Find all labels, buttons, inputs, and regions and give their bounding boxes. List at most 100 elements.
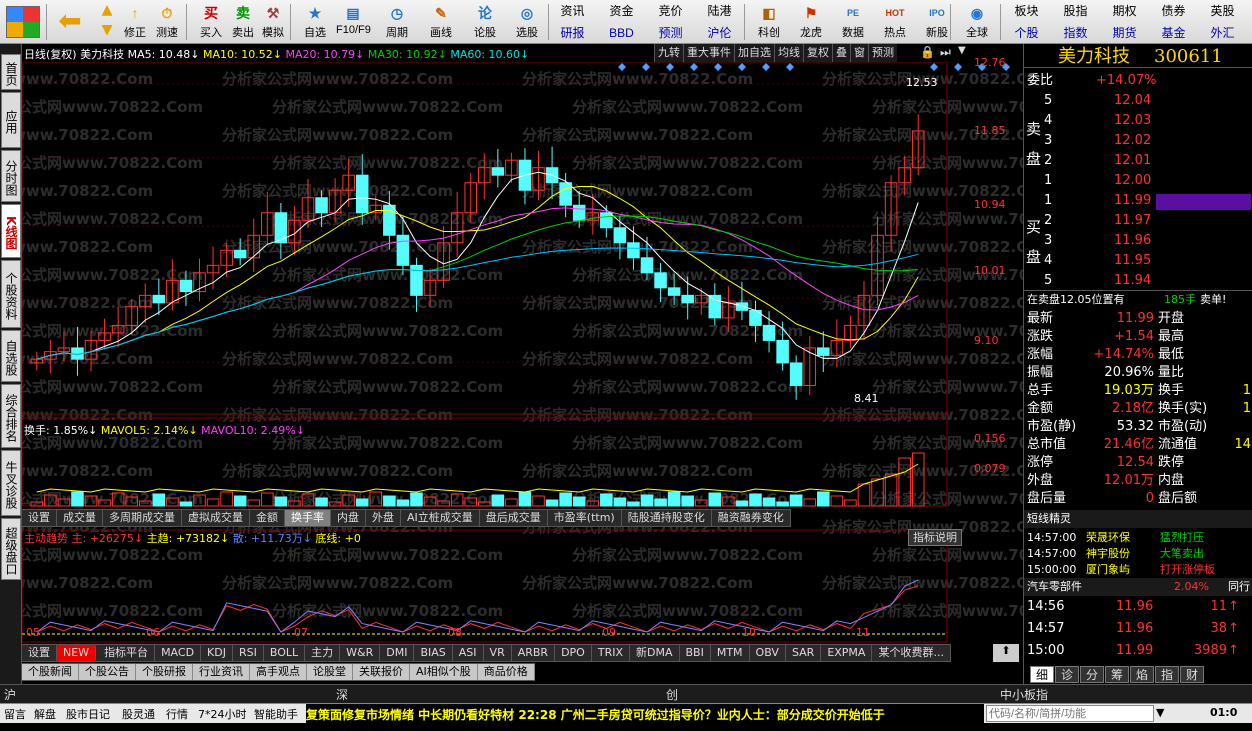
toolbar-button-3[interactable]: 卖卖出 <box>226 2 260 42</box>
left-tab-5[interactable]: 自选股 <box>1 330 21 382</box>
tabs3-tab-0[interactable]: 个股新闻 <box>22 664 79 680</box>
market-link-2[interactable]: 期权 <box>1100 0 1149 22</box>
tabs2-tab-3[interactable]: KDJ <box>201 645 233 661</box>
tabs2-tab-7[interactable]: W&R <box>340 645 381 661</box>
right-tab-3[interactable]: 筹 <box>1105 666 1129 683</box>
tabs2-tab-0[interactable]: 设置 <box>22 645 57 661</box>
toolbar-button-8[interactable]: ✎ 画线 <box>424 2 458 42</box>
tabs3-tab-3[interactable]: 行业资讯 <box>193 664 250 680</box>
tabs1-tab-0[interactable]: 设置 <box>22 510 57 526</box>
sell-level-1[interactable]: 4 12.03 <box>1024 112 1252 130</box>
left-tab-7[interactable]: 牛叉诊股 <box>1 450 21 516</box>
index-bar-item-2[interactable]: 创 <box>666 686 678 703</box>
chart-menu-0[interactable]: 九转 <box>654 44 683 62</box>
tabs2-tab-16[interactable]: BBI <box>680 645 711 661</box>
index-bar-item-0[interactable]: 沪 <box>4 686 16 703</box>
market-link-4[interactable]: 英股 <box>1198 0 1247 22</box>
tabs2-tab-11[interactable]: VR <box>484 645 512 661</box>
buy-level-0[interactable]: 1 11.99 <box>1024 192 1252 210</box>
tabs1-tab-4[interactable]: 金额 <box>250 510 285 526</box>
market-link-1[interactable]: 股指 <box>1051 0 1100 22</box>
toolbar-button-4[interactable]: ⚒ 模拟 <box>256 2 290 42</box>
index-bar-item-3[interactable]: 中小板指 <box>1000 686 1048 703</box>
right-tab-5[interactable]: 指 <box>1155 666 1179 683</box>
toolbar-button-14[interactable]: HOT 热点 <box>878 2 912 42</box>
index-bar-item-1[interactable]: 深 <box>336 686 348 703</box>
tabs1-tab-12[interactable]: 融资融券变化 <box>712 510 791 526</box>
dropdown-icon[interactable]: ▼ <box>958 45 972 56</box>
market-link-7[interactable]: 期货 <box>1100 22 1149 44</box>
quick-link-3[interactable]: 陆港 <box>695 0 744 22</box>
tabs2-tab-1[interactable]: 指标平台 <box>98 645 156 661</box>
market-link-8[interactable]: 基金 <box>1149 22 1198 44</box>
left-tab-0[interactable]: 首页 <box>1 54 21 90</box>
status-item-3[interactable]: 股灵通 <box>122 706 155 722</box>
right-tab-4[interactable]: 焰 <box>1130 666 1154 683</box>
tabs2-tab-2[interactable]: MACD <box>155 645 202 661</box>
chart-menu-2[interactable]: 加自选 <box>734 44 774 62</box>
search-input[interactable] <box>986 705 1154 722</box>
left-tab-2[interactable]: 分时图 <box>1 150 21 202</box>
chart-menu-1[interactable]: 重大事件 <box>683 44 734 62</box>
sell-level-2[interactable]: 3 12.02 <box>1024 132 1252 150</box>
tabs2-tab-6[interactable]: 主力 <box>305 645 341 661</box>
quick-link-1[interactable]: 资金 <box>597 0 646 22</box>
tabs3-tab-5[interactable]: 论股堂 <box>307 664 353 680</box>
status-item-4[interactable]: 行情 <box>166 706 188 722</box>
toolbar-button-16[interactable]: ◉ 全球 <box>960 2 994 42</box>
toolbar-button-1[interactable]: ⏱ 测速 <box>150 2 184 42</box>
status-item-1[interactable]: 解盘 <box>34 706 56 722</box>
tabs2-tab-5[interactable]: BOLL <box>264 645 306 661</box>
tabs2-tab-19[interactable]: SAR <box>786 645 822 661</box>
kline-chart-area[interactable]: 日线(复权) 美力科技 MA5: 10.48↓ MA10: 10.52↓ MA2… <box>22 44 1023 684</box>
toolbar-button-13[interactable]: PE 数据 <box>836 2 870 42</box>
tabs3-tab-7[interactable]: AI相似个股 <box>410 664 478 680</box>
lock-icon[interactable]: 🔒 <box>920 45 936 59</box>
tabs2-tab-14[interactable]: TRIX <box>592 645 630 661</box>
tabs1-tab-1[interactable]: 成交量 <box>57 510 103 526</box>
buy-level-3[interactable]: 4 11.95 <box>1024 252 1252 270</box>
market-link-5[interactable]: 个股 <box>1002 22 1051 44</box>
sell-level-4[interactable]: 1 12.00 <box>1024 172 1252 190</box>
tabs2-tab-12[interactable]: ARBR <box>512 645 556 661</box>
tabs2-tab-10[interactable]: ASI <box>453 645 484 661</box>
tabs3-tab-1[interactable]: 个股公告 <box>79 664 136 680</box>
left-tab-4[interactable]: 个股资料 <box>1 260 21 328</box>
status-item-2[interactable]: 股市日记 <box>66 706 110 722</box>
tabs1-tab-6[interactable]: 内盘 <box>331 510 366 526</box>
toolbar-button-7[interactable]: ◷ 周期 <box>380 2 414 42</box>
right-tab-2[interactable]: 分 <box>1080 666 1104 683</box>
indicator-explain-button[interactable]: 指标说明 <box>908 529 962 546</box>
toolbar-button-5[interactable]: ★ 自选 <box>298 2 332 42</box>
scroll-up-icon[interactable]: ⬆ <box>993 644 1019 662</box>
tabs2-tab-18[interactable]: OBV <box>750 645 786 661</box>
sell-level-3[interactable]: 2 12.01 <box>1024 152 1252 170</box>
news-ticker[interactable]: 复策面修复市场情绪 中长期仍看好特材 22:28 广州二手房贷可统过指导价？业内… <box>306 704 984 724</box>
left-tab-8[interactable]: 超级盘口 <box>1 518 21 580</box>
tabs2-tab-13[interactable]: DPO <box>555 645 592 661</box>
tabs3-tab-2[interactable]: 个股研报 <box>136 664 193 680</box>
right-tab-0[interactable]: 细 <box>1030 666 1054 683</box>
toolbar-button-2[interactable]: 买买入 <box>194 2 228 42</box>
left-tab-3[interactable]: K线图 <box>1 204 21 258</box>
short-elf-row-2[interactable]: 15:00:00 厦门象屿 打开涨停板 <box>1024 562 1252 578</box>
tabs1-tab-8[interactable]: AI立桩成交量 <box>401 510 480 526</box>
tabs2-tab-9[interactable]: BIAS <box>414 645 453 661</box>
market-link-6[interactable]: 指数 <box>1051 22 1100 44</box>
left-tab-6[interactable]: 综合排名 <box>1 384 21 448</box>
status-item-0[interactable]: 留言 <box>4 706 26 722</box>
down-arrow-icon[interactable]: ▼ <box>96 22 118 41</box>
short-elf-row-0[interactable]: 14:57:00 荣晟环保 猛烈打压 <box>1024 530 1252 546</box>
right-tab-1[interactable]: 诊 <box>1055 666 1079 683</box>
buy-level-4[interactable]: 5 11.94 <box>1024 272 1252 290</box>
tabs1-tab-2[interactable]: 多周期成交量 <box>103 510 182 526</box>
chart-menu-6[interactable]: 窗 <box>850 44 868 62</box>
tabs2-tab-20[interactable]: EXPMA <box>821 645 873 661</box>
status-item-6[interactable]: 智能助手 <box>254 706 298 722</box>
tabs1-tab-3[interactable]: 虚拟成交量 <box>182 510 250 526</box>
tabs2-tab-15[interactable]: 新DMA <box>630 645 680 661</box>
market-link-9[interactable]: 外汇 <box>1198 22 1247 44</box>
tabs1-tab-5[interactable]: 换手率 <box>285 510 331 526</box>
search-dropdown-icon[interactable]: ▼ <box>1156 706 1164 719</box>
chart-menu-5[interactable]: 叠 <box>832 44 850 62</box>
